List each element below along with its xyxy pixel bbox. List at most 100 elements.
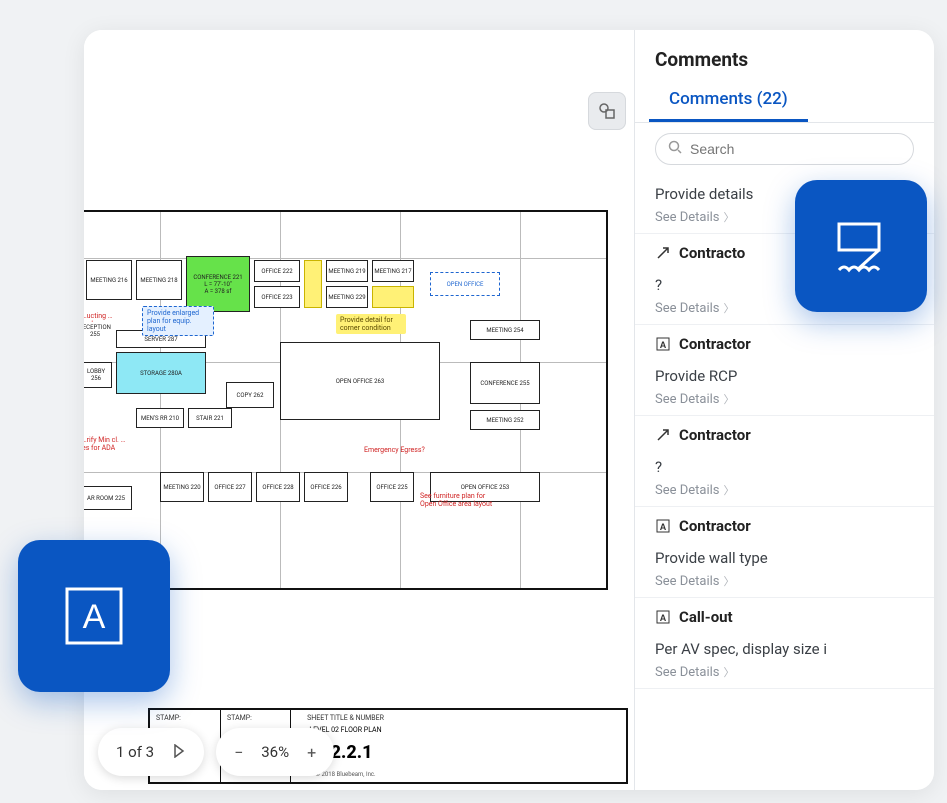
room-office-225: OFFICE 225	[370, 472, 414, 502]
room-lobby-256: LOBBY 256	[84, 362, 112, 388]
page-toolbar: 1 of 3 − 36% +	[98, 728, 334, 776]
zoom-in-icon[interactable]: +	[307, 743, 316, 762]
chevron-right-icon: 〉	[724, 209, 735, 225]
comment-author-label: Contracto	[679, 244, 745, 262]
comment-item[interactable]: Per AV spec, display size i See Details …	[635, 630, 934, 689]
svg-text:A: A	[660, 340, 667, 350]
shapes-tool-button[interactable]	[588, 92, 626, 130]
annotation-corner-detail[interactable]: Provide detail for corner condition	[336, 314, 406, 334]
markup-tool-badge[interactable]: A	[18, 540, 170, 692]
svg-text:A: A	[83, 598, 106, 636]
comment-item[interactable]: Provide wall type See Details 〉	[635, 539, 934, 598]
annotation-egress[interactable]: Emergency Egress?	[360, 444, 429, 456]
bluebeam-badge[interactable]	[795, 180, 927, 312]
room-meeting-229: MEETING 229	[326, 286, 368, 308]
room-label: CONFERENCE 221	[193, 274, 242, 281]
comment-author-header: A Contractor	[635, 325, 934, 357]
room-length: L = 77'-10"	[204, 281, 232, 288]
page-indicator: 1 of 3	[116, 743, 154, 761]
comment-text: Provide wall type	[655, 549, 914, 567]
comments-search[interactable]	[655, 133, 914, 165]
next-page-icon[interactable]	[172, 743, 186, 762]
chevron-right-icon: 〉	[724, 573, 735, 589]
room-office-222: OFFICE 222	[254, 260, 300, 282]
room-reception-255: RECEPTION 255	[84, 322, 112, 340]
room-copy-262: COPY 262	[226, 382, 274, 408]
comment-author-label: Call-out	[679, 608, 733, 626]
arrow-icon	[655, 427, 671, 443]
annotation-ada[interactable]: …rify Min cl. …es for ADA	[84, 434, 134, 454]
room-open-office: OPEN OFFICE	[430, 272, 500, 296]
room-meeting-218: MEETING 218	[136, 260, 182, 300]
see-details-label: See Details	[655, 210, 720, 225]
room-meeting-219: MEETING 219	[326, 260, 368, 282]
floor-plan[interactable]: MEETING 216 MEETING 218 CONFERENCE 221 L…	[84, 210, 608, 590]
comments-panel: Comments Comments (22) Provide details S…	[634, 30, 934, 790]
room-meeting-217: MEETING 217	[372, 260, 414, 282]
text-a-icon: A	[655, 518, 671, 534]
chevron-right-icon: 〉	[724, 300, 735, 316]
room-office-226: OFFICE 226	[304, 472, 348, 502]
room-area: A = 378 sf	[205, 288, 232, 295]
room-open-office-263: OPEN OFFICE 263	[280, 342, 440, 420]
room-meeting-254: MEETING 254	[470, 320, 540, 340]
svg-text:A: A	[660, 613, 667, 623]
comment-item[interactable]: ? See Details 〉	[635, 448, 934, 507]
comments-tab[interactable]: Comments (22)	[649, 81, 808, 122]
see-details-label: See Details	[655, 392, 720, 407]
app-frame: Head and sill details? What are power re…	[84, 30, 934, 790]
text-a-icon: A	[655, 609, 671, 625]
room-office-228: OFFICE 228	[256, 472, 300, 502]
comment-author-header: A Call-out	[635, 598, 934, 630]
zoom-out-icon[interactable]: −	[234, 743, 243, 762]
room-storage-280a: STORAGE 280A	[116, 352, 206, 394]
room-office-223: OFFICE 223	[254, 286, 300, 308]
sheet-title-heading: SHEET TITLE & NUMBER	[307, 714, 384, 722]
comment-author-label: Contractor	[679, 517, 751, 535]
room-stair-221: STAIR 221	[188, 408, 232, 428]
room-ar-room-225: AR ROOM 225	[84, 486, 132, 510]
comment-text: ?	[655, 458, 914, 476]
see-details-label: See Details	[655, 483, 720, 498]
stamp-label-1: STAMP:	[156, 714, 214, 722]
comment-author-header: Contractor	[635, 416, 934, 448]
tab-divider	[635, 122, 934, 123]
svg-text:A: A	[660, 522, 667, 532]
room-meeting-220: MEETING 220	[160, 472, 204, 502]
see-details-label: See Details	[655, 665, 720, 680]
comment-text: Provide RCP	[655, 367, 914, 385]
comment-author-label: Contractor	[679, 426, 751, 444]
chevron-right-icon: 〉	[724, 664, 735, 680]
see-details-label: See Details	[655, 301, 720, 316]
chevron-right-icon: 〉	[724, 482, 735, 498]
room-yellow-1	[304, 260, 322, 308]
zoom-percent: 36%	[261, 743, 289, 761]
see-details-label: See Details	[655, 574, 720, 589]
search-input[interactable]	[690, 141, 901, 157]
annotation-enlarged-plan[interactable]: Provide enlarged plan for equip. layout	[142, 306, 214, 336]
room-conference-221: CONFERENCE 221 L = 77'-10" A = 378 sf	[186, 256, 250, 312]
room-meeting-216: MEETING 216	[86, 260, 132, 300]
page-nav-pill: 1 of 3	[98, 728, 204, 776]
stamp-label-2: STAMP:	[227, 714, 284, 722]
see-details-link[interactable]: See Details 〉	[655, 573, 914, 589]
see-details-link[interactable]: See Details 〉	[655, 391, 914, 407]
comment-author-header: A Contractor	[635, 507, 934, 539]
see-details-link[interactable]: See Details 〉	[655, 482, 914, 498]
see-details-link[interactable]: See Details 〉	[655, 664, 914, 680]
chevron-right-icon: 〉	[724, 391, 735, 407]
text-a-icon: A	[655, 336, 671, 352]
room-meeting-252: MEETING 252	[470, 410, 540, 430]
room-conference-255: CONFERENCE 255	[470, 362, 540, 404]
comment-item[interactable]: Provide RCP See Details 〉	[635, 357, 934, 416]
room-mens-rr: MEN'S RR 210	[136, 408, 184, 428]
arrow-icon	[655, 245, 671, 261]
room-yellow-2	[372, 286, 414, 308]
zoom-pill: − 36% +	[216, 728, 334, 776]
comment-text: Per AV spec, display size i	[655, 640, 914, 658]
room-office-227: OFFICE 227	[208, 472, 252, 502]
annotation-furniture[interactable]: See furniture plan for Open Office area …	[416, 490, 506, 510]
search-icon	[668, 140, 682, 158]
comment-author-label: Contractor	[679, 335, 751, 353]
comments-title: Comments	[635, 48, 934, 81]
